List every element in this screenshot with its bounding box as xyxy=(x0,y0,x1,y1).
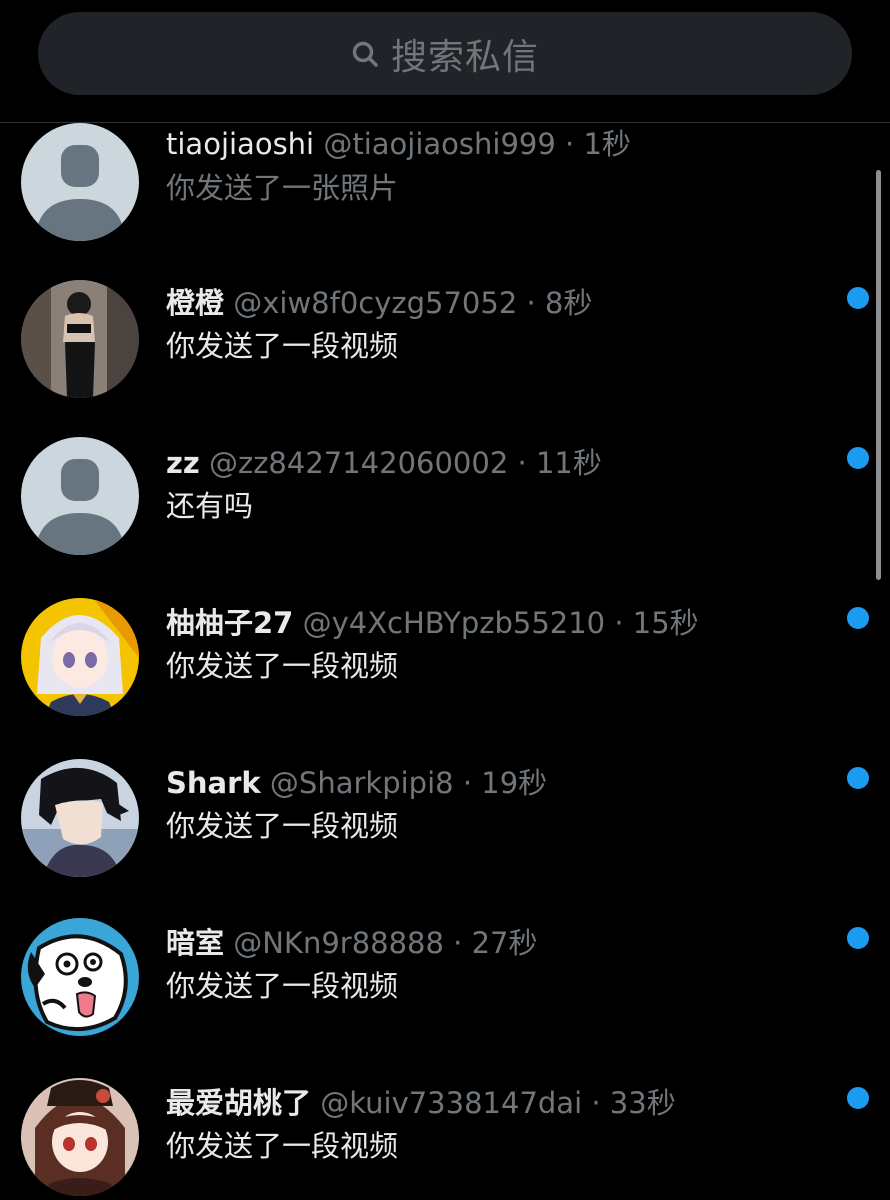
user-handle: @y4XcHBYpzb55210 xyxy=(302,606,606,640)
conversation-rows-overlay: 橙橙 @xiw8f0cyzg57052 · 8秒 你发送了一段视频 zz @zz… xyxy=(0,0,890,1200)
unread-indicator xyxy=(847,767,869,789)
anime-boy-avatar-image xyxy=(21,759,139,877)
conversation-header: 最爱胡桃了 @kuiv7338147dai · 33秒 xyxy=(166,1080,676,1122)
message-preview: 你发送了一段视频 xyxy=(166,329,399,363)
user-handle: @xiw8f0cyzg57052 xyxy=(233,286,518,320)
user-handle: @NKn9r88888 xyxy=(233,926,444,960)
user-handle: @zz8427142060002 xyxy=(208,446,509,480)
unread-indicator xyxy=(847,607,869,629)
anime-girl-avatar-image xyxy=(21,598,139,716)
user-handle: @kuiv7338147dai xyxy=(320,1086,583,1120)
message-preview: 你发送了一段视频 xyxy=(166,809,399,843)
timestamp: · 11秒 xyxy=(517,446,602,480)
conversation-header: 橙橙 @xiw8f0cyzg57052 · 8秒 xyxy=(166,280,592,322)
timestamp: · 15秒 xyxy=(614,606,699,640)
cartoon-dog-avatar-image xyxy=(21,918,139,1036)
display-name: Shark xyxy=(166,766,261,800)
unread-indicator xyxy=(847,927,869,949)
avatar[interactable] xyxy=(21,759,139,877)
timestamp: · 33秒 xyxy=(591,1086,676,1120)
timestamp: · 19秒 xyxy=(462,766,548,800)
unread-indicator xyxy=(847,447,869,469)
scrollbar[interactable] xyxy=(876,170,881,580)
unread-indicator xyxy=(847,1087,869,1109)
user-handle: @Sharkpipi8 xyxy=(269,766,454,800)
conversation-header: 柚柚子27 @y4XcHBYpzb55210 · 15秒 xyxy=(166,600,699,642)
display-name: 暗室 xyxy=(166,926,225,960)
unread-indicator xyxy=(847,287,869,309)
avatar[interactable] xyxy=(21,1078,139,1196)
message-preview: 你发送了一段视频 xyxy=(166,969,399,1003)
avatar[interactable] xyxy=(21,437,139,555)
message-preview: 你发送了一段视频 xyxy=(166,1129,399,1163)
conversation-header: 暗室 @NKn9r88888 · 27秒 xyxy=(166,920,538,962)
display-name: 橙橙 xyxy=(166,286,225,320)
message-preview: 还有吗 xyxy=(166,489,254,523)
message-preview: 你发送了一段视频 xyxy=(166,649,399,683)
display-name: 最爱胡桃了 xyxy=(166,1086,312,1120)
anime-hutao-avatar-image xyxy=(21,1078,139,1196)
timestamp: · 27秒 xyxy=(453,926,538,960)
avatar[interactable] xyxy=(21,598,139,716)
timestamp: · 8秒 xyxy=(526,286,593,320)
default-avatar-icon xyxy=(21,437,139,555)
display-name: 柚柚子27 xyxy=(166,606,294,640)
display-name: zz xyxy=(166,446,200,480)
avatar[interactable] xyxy=(21,918,139,1036)
conversation-header: zz @zz8427142060002 · 11秒 xyxy=(166,440,602,482)
conversation-header: Shark @Sharkpipi8 · 19秒 xyxy=(166,760,547,802)
